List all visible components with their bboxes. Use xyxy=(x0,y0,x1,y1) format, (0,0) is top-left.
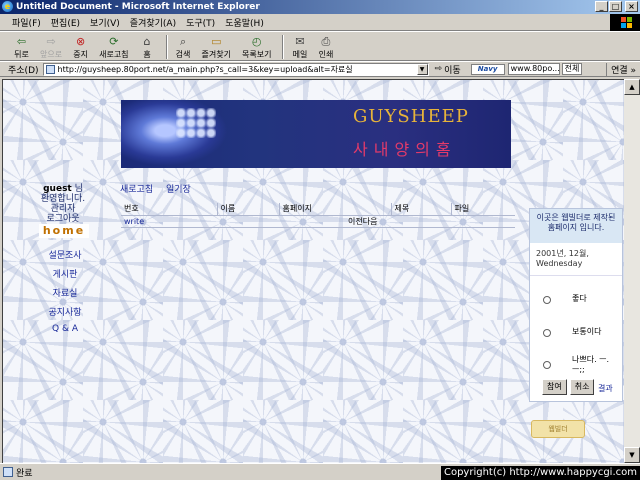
poll-date: 2001년, 12월, Wednesday xyxy=(530,243,622,276)
admin-link[interactable]: 관리자 xyxy=(33,204,93,214)
nav-notice[interactable]: 공지사항 xyxy=(37,305,93,318)
logout-link[interactable]: 로그아웃 xyxy=(33,214,93,224)
menu-file[interactable]: 파일(F) xyxy=(12,16,41,29)
menu-help[interactable]: 도움말(H) xyxy=(225,16,264,29)
col-title: 제목 xyxy=(391,203,452,216)
poll-question: 이곳은 웹빌더로 제작된 홈페이지 입니다. xyxy=(530,209,622,243)
navy-logo: Navy xyxy=(470,63,505,75)
vote-button[interactable]: 참여 xyxy=(542,379,567,395)
toolbar-separator xyxy=(282,35,285,59)
col-file: 파일 xyxy=(451,203,515,216)
nav-board[interactable]: 게시판 xyxy=(37,267,93,280)
windows-logo-icon xyxy=(610,14,640,31)
address-dropdown-icon[interactable]: ▼ xyxy=(416,63,428,75)
col-number: 번호 xyxy=(121,203,218,216)
window-controls: _ □ × xyxy=(595,1,638,12)
ie-logo-icon: e xyxy=(2,1,13,12)
board-top-links: 새로고침 일기장 xyxy=(120,182,201,195)
navy-search-input[interactable]: www.80po... xyxy=(507,63,560,75)
navy-all-button[interactable]: 전체 xyxy=(561,63,583,75)
flower-petals xyxy=(176,108,216,138)
stop-button[interactable]: ⊗ 중지 xyxy=(73,32,88,60)
address-url: http://guysheep.80port.net/a_main.php?s_… xyxy=(57,64,353,74)
back-arrow-icon: ⇦ xyxy=(16,35,27,48)
standard-toolbar: ⇦ 뒤로 ⇨ 앞으로 ⊗ 중지 ⟳ 새로고침 ⌂ 홈 ⌕ 검색 ▭ 즐겨찾기 ◴… xyxy=(0,31,640,61)
status-text: 완료 xyxy=(16,468,33,479)
home-link[interactable]: home xyxy=(39,224,89,238)
address-label: 주소(D) xyxy=(8,65,39,76)
banner-title: GUYSHEEP xyxy=(353,106,469,127)
forward-button[interactable]: ⇨ 앞으로 xyxy=(40,32,62,60)
stop-icon: ⊗ xyxy=(75,35,86,48)
maximize-button[interactable]: □ xyxy=(609,1,622,12)
webbuilder-badge[interactable]: 웹빌더 xyxy=(531,420,585,438)
user-box: guest 님 환영합니다. 관리자 로그아웃 xyxy=(33,184,93,224)
back-button[interactable]: ⇦ 뒤로 xyxy=(14,32,29,60)
home-button[interactable]: ⌂ 홈 xyxy=(140,32,155,60)
refresh-icon: ⟳ xyxy=(109,35,119,48)
result-link[interactable]: 결과 xyxy=(598,383,613,394)
menu-favorites[interactable]: 즐겨찾기(A) xyxy=(130,16,176,29)
history-button[interactable]: ◴ 목록보기 xyxy=(242,32,271,60)
user-name: guest xyxy=(43,184,72,194)
menu-tools[interactable]: 도구(T) xyxy=(186,16,215,29)
nav-survey[interactable]: 설문조사 xyxy=(37,248,93,261)
minimize-button[interactable]: _ xyxy=(595,1,608,12)
board-footer-row: write 이전다음 xyxy=(121,215,515,228)
banner-subtitle: 사내양의홈 xyxy=(353,140,457,159)
refresh-button[interactable]: ⟳ 새로고침 xyxy=(99,32,128,60)
toolbar-separator xyxy=(165,35,168,59)
menu-view[interactable]: 보기(V) xyxy=(90,16,120,29)
status-bar: 완료 Copyright(c) http://www.happycgi.com xyxy=(0,463,640,480)
col-name: 이름 xyxy=(217,203,280,216)
vertical-scrollbar[interactable]: ▲ ▼ xyxy=(624,79,640,463)
menu-bar: 파일(F) 편집(E) 보기(V) 즐겨찾기(A) 도구(T) 도움말(H) xyxy=(0,14,640,31)
copyright-notice: Copyright(c) http://www.happycgi.com xyxy=(440,466,640,480)
home-icon: ⌂ xyxy=(143,35,151,48)
title-bar: e Untitled Document - Microsoft Internet… xyxy=(0,0,640,14)
welcome-text: 환영합니다. xyxy=(40,194,86,204)
close-button[interactable]: × xyxy=(625,1,638,12)
scroll-up-icon[interactable]: ▲ xyxy=(624,79,640,95)
site-banner: GUYSHEEP 사내양의홈 xyxy=(121,100,511,168)
nav-qna[interactable]: Q & A xyxy=(37,324,93,334)
print-button[interactable]: ⎙ 인쇄 xyxy=(318,32,334,60)
diary-link[interactable]: 일기장 xyxy=(166,185,191,195)
mail-button[interactable]: ✉ 메일 xyxy=(292,32,308,60)
poll-buttons: 참여 취소 xyxy=(542,379,595,395)
mail-icon: ✉ xyxy=(295,35,305,48)
window-title: Untitled Document - Microsoft Internet E… xyxy=(16,2,260,12)
page-status-icon xyxy=(3,467,13,477)
favorites-button[interactable]: ▭ 즐겨찾기 xyxy=(202,32,231,60)
go-button[interactable]: ⇨ 이동 xyxy=(435,63,461,76)
nav-archive[interactable]: 자료실 xyxy=(37,286,93,299)
printer-icon: ⎙ xyxy=(321,35,331,48)
pager[interactable]: 이전다음 xyxy=(217,215,515,228)
search-icon: ⌕ xyxy=(179,35,187,48)
poll-box: 이곳은 웹빌더로 제작된 홈페이지 입니다. 2001년, 12월, Wedne… xyxy=(529,208,623,402)
search-button[interactable]: ⌕ 검색 xyxy=(176,32,191,60)
col-homepage: 홈페이지 xyxy=(279,203,392,216)
poll-radio-2[interactable] xyxy=(543,329,551,337)
archive-board: 번호 이름 홈페이지 제목 파일 write 이전다음 xyxy=(121,203,515,228)
page-viewport: GUYSHEEP 사내양의홈 guest 님 환영합니다. 관리자 로그아웃 h… xyxy=(2,79,624,463)
history-icon: ◴ xyxy=(251,35,262,48)
page-icon xyxy=(45,64,55,74)
favorites-folder-icon: ▭ xyxy=(211,35,222,48)
menu-edit[interactable]: 편집(E) xyxy=(51,16,80,29)
refresh-link[interactable]: 새로고침 xyxy=(120,185,153,195)
links-button[interactable]: 연결 » xyxy=(606,62,636,76)
poll-radio-1[interactable] xyxy=(543,296,551,304)
address-bar: 주소(D) http://guysheep.80port.net/a_main.… xyxy=(0,61,640,77)
forward-arrow-icon: ⇨ xyxy=(46,35,56,48)
cancel-button[interactable]: 취소 xyxy=(569,379,595,395)
poll-radio-3[interactable] xyxy=(543,361,551,369)
board-header-row: 번호 이름 홈페이지 제목 파일 xyxy=(121,203,515,216)
scroll-down-icon[interactable]: ▼ xyxy=(624,447,640,463)
address-input[interactable]: http://guysheep.80port.net/a_main.php?s_… xyxy=(42,62,429,76)
write-link[interactable]: write xyxy=(121,215,217,228)
go-arrow-icon: ⇨ xyxy=(434,64,443,74)
